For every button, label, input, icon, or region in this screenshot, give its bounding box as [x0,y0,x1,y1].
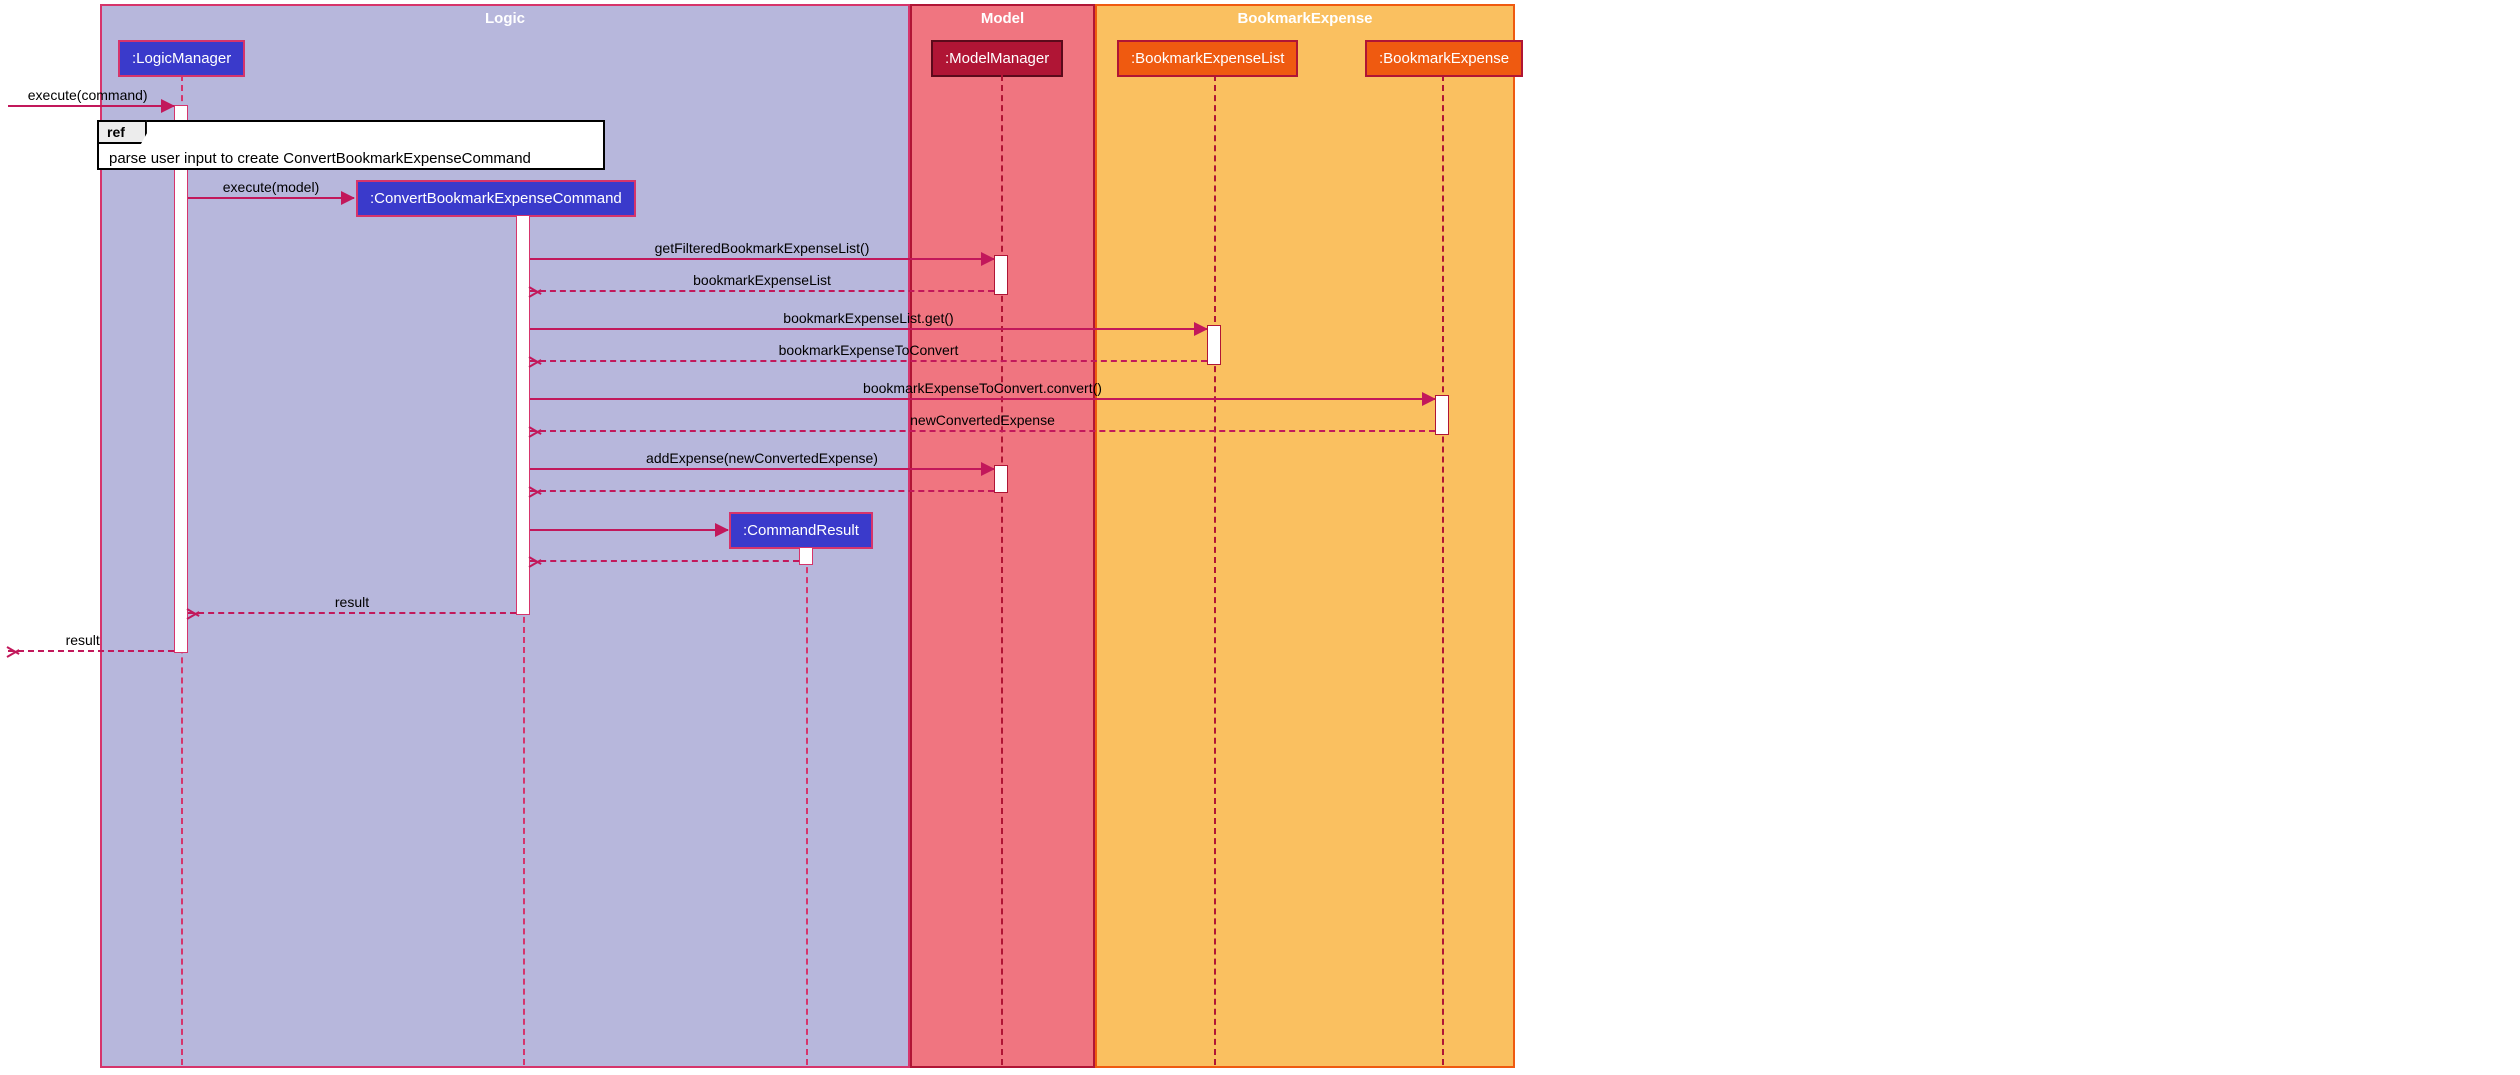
activation [516,215,530,615]
msg-return-add [530,490,994,492]
sequence-diagram: Logic Model BookmarkExpense :LogicManage… [0,0,2520,1075]
activation [799,547,813,565]
msg-result-external: result [8,650,174,652]
lifeline-logic-manager: :LogicManager [118,40,245,77]
msg-return-new-expense: newConvertedExpense [530,430,1435,432]
lifeline-line [806,547,808,1065]
activation [994,465,1008,493]
lifeline-convert-cmd: :ConvertBookmarkExpenseCommand [356,180,636,217]
lifeline-model-manager: :ModelManager [931,40,1063,77]
msg-return-to-convert: bookmarkExpenseToConvert [530,360,1207,362]
msg-get-filtered-list: getFilteredBookmarkExpenseList() [530,258,994,260]
msg-list-get: bookmarkExpenseList.get() [530,328,1207,330]
lifeline-line [1214,75,1216,1065]
activation [1207,325,1221,365]
msg-result-to-logic: result [188,612,516,614]
lifeline-line [1001,75,1003,1065]
msg-add-expense: addExpense(newConvertedExpense) [530,468,994,470]
ref-text: parse user input to create ConvertBookma… [99,122,603,175]
group-bookmark: BookmarkExpense [1095,4,1515,1068]
ref-fragment: ref parse user input to create ConvertBo… [97,120,605,170]
group-title-model: Model [912,6,1093,33]
group-title-bookmark: BookmarkExpense [1097,6,1513,33]
lifeline-bookmark-expense: :BookmarkExpense [1365,40,1523,77]
activation [1435,395,1449,435]
lifeline-command-result: :CommandResult [729,512,873,549]
msg-return-command-result [530,560,799,562]
msg-execute-model: execute(model) [188,197,354,199]
group-title-logic: Logic [102,6,908,33]
msg-return-list: bookmarkExpenseList [530,290,994,292]
msg-convert: bookmarkExpenseToConvert.convert() [530,398,1435,400]
lifeline-line [1442,75,1444,1065]
lifeline-bookmark-list: :BookmarkExpenseList [1117,40,1298,77]
ref-label: ref [97,120,147,144]
activation [174,105,188,653]
activation [994,255,1008,295]
msg-execute-command: execute(command) [8,105,174,107]
msg-create-command-result [530,529,728,531]
